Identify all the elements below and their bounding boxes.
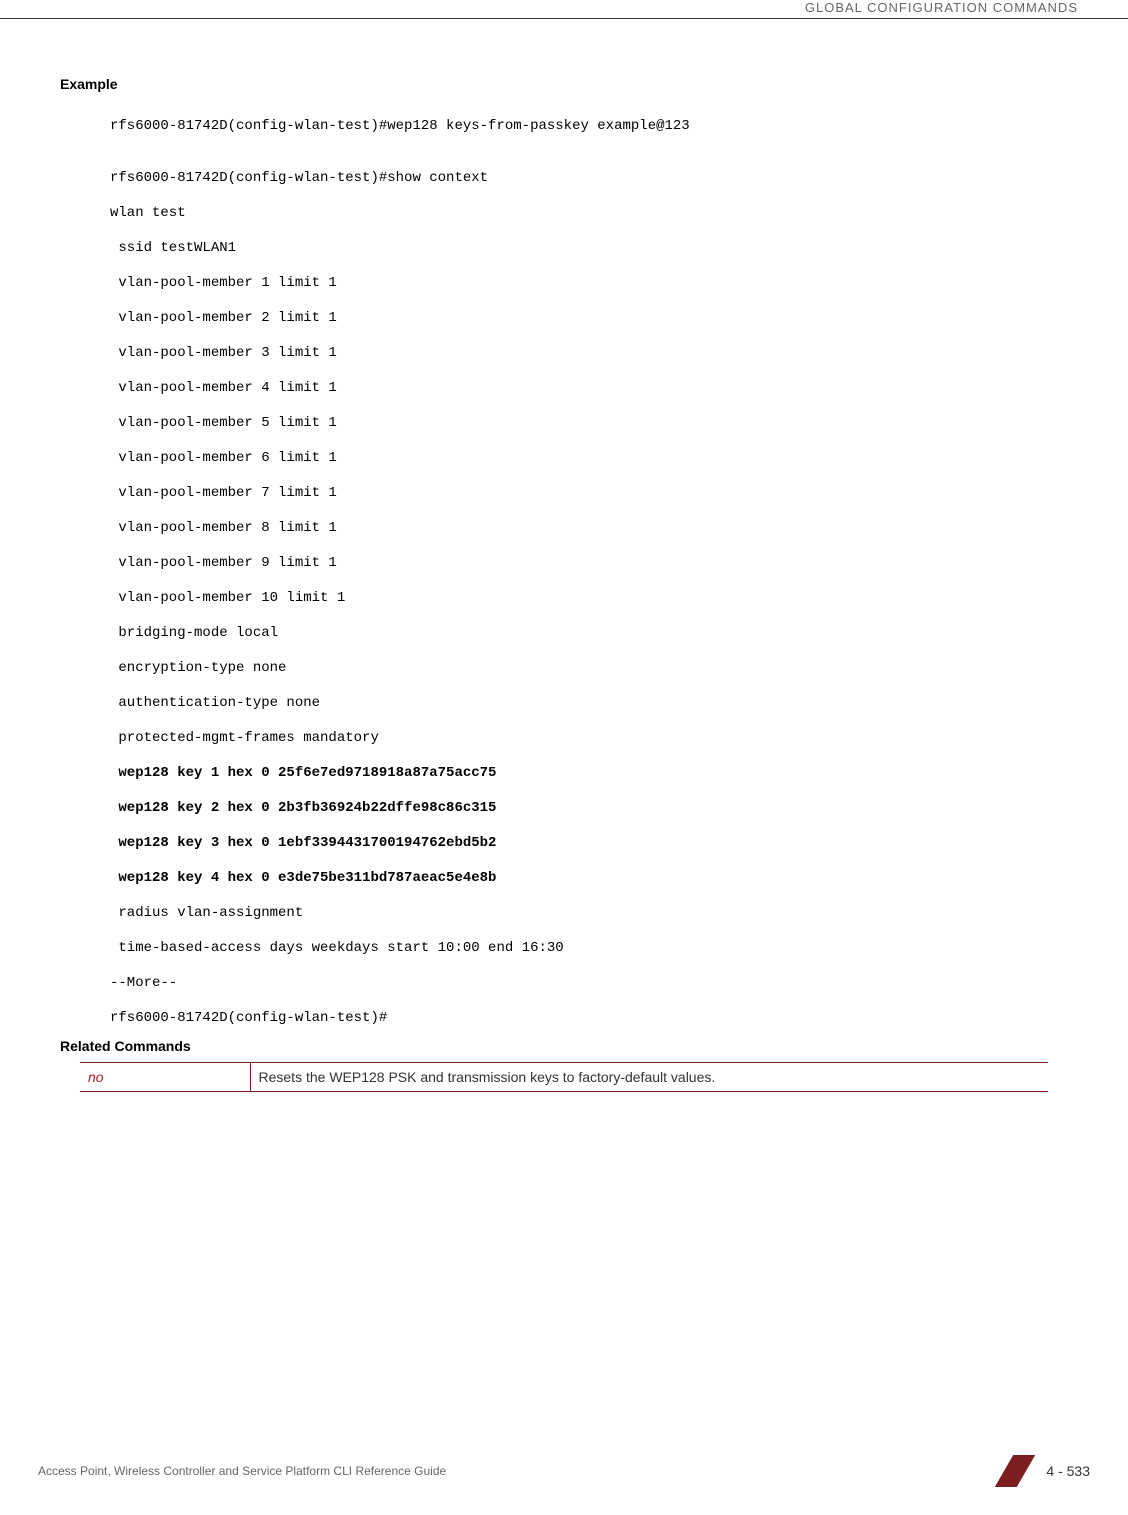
code-line-bold: wep128 key 4 hex 0 e3de75be311bd787aeac5… [110,870,1068,888]
code-line-bold: wep128 key 1 hex 0 25f6e7ed9718918a87a75… [110,765,1068,783]
code-line: ssid testWLAN1 [110,240,1068,258]
code-line-bold: wep128 key 3 hex 0 1ebf3394431700194762e… [110,835,1068,853]
code-line: vlan-pool-member 2 limit 1 [110,310,1068,328]
code-line: vlan-pool-member 10 limit 1 [110,590,1068,608]
code-line: vlan-pool-member 9 limit 1 [110,555,1068,573]
code-line: bridging-mode local [110,625,1068,643]
example-heading: Example [60,76,1068,92]
related-command-description: Resets the WEP128 PSK and transmission k… [250,1062,1048,1091]
related-command-cell: no [80,1062,250,1091]
example-code-block: rfs6000-81742D(config-wlan-test)# wep128 … [110,100,1068,1028]
code-line: encryption-type none [110,660,1068,678]
table-row: no Resets the WEP128 PSK and transmissio… [80,1062,1048,1091]
related-command-link[interactable]: no [88,1069,104,1085]
page-footer: Access Point, Wireless Controller and Se… [38,1455,1090,1487]
code-line: rfs6000-81742D(config-wlan-test)#show co… [110,170,1068,188]
code-line: time-based-access days weekdays start 10… [110,940,1068,958]
code-line: --More-- [110,975,1068,993]
code-line: protected-mgmt-frames mandatory [110,730,1068,748]
code-line: vlan-pool-member 3 limit 1 [110,345,1068,363]
code-line: vlan-pool-member 7 limit 1 [110,485,1068,503]
page-number: 4 - 533 [1046,1463,1090,1479]
code-line: rfs6000-81742D(config-wlan-test)#wep128 … [110,118,1068,136]
page-header-title: GLOBAL CONFIGURATION COMMANDS [805,0,1078,15]
code-line: radius vlan-assignment [110,905,1068,923]
code-line: vlan-pool-member 6 limit 1 [110,450,1068,468]
code-line: vlan-pool-member 1 limit 1 [110,275,1068,293]
footer-text: Access Point, Wireless Controller and Se… [38,1464,446,1478]
code-line: authentication-type none [110,695,1068,713]
footer-page-badge: 4 - 533 [970,1455,1090,1487]
page-badge-decoration [995,1455,1035,1487]
related-commands-heading: Related Commands [60,1038,1068,1054]
code-line: vlan-pool-member 4 limit 1 [110,380,1068,398]
code-line-bold: wep128 key 2 hex 0 2b3fb36924b22dffe98c8… [110,800,1068,818]
code-line: wlan test [110,205,1068,223]
main-content: Example rfs6000-81742D(config-wlan-test)… [60,76,1068,1092]
code-line: vlan-pool-member 5 limit 1 [110,415,1068,433]
code-line: rfs6000-81742D(config-wlan-test)# [110,1010,1068,1028]
related-commands-table: no Resets the WEP128 PSK and transmissio… [80,1062,1048,1092]
header-divider [0,18,1128,19]
code-line: vlan-pool-member 8 limit 1 [110,520,1068,538]
